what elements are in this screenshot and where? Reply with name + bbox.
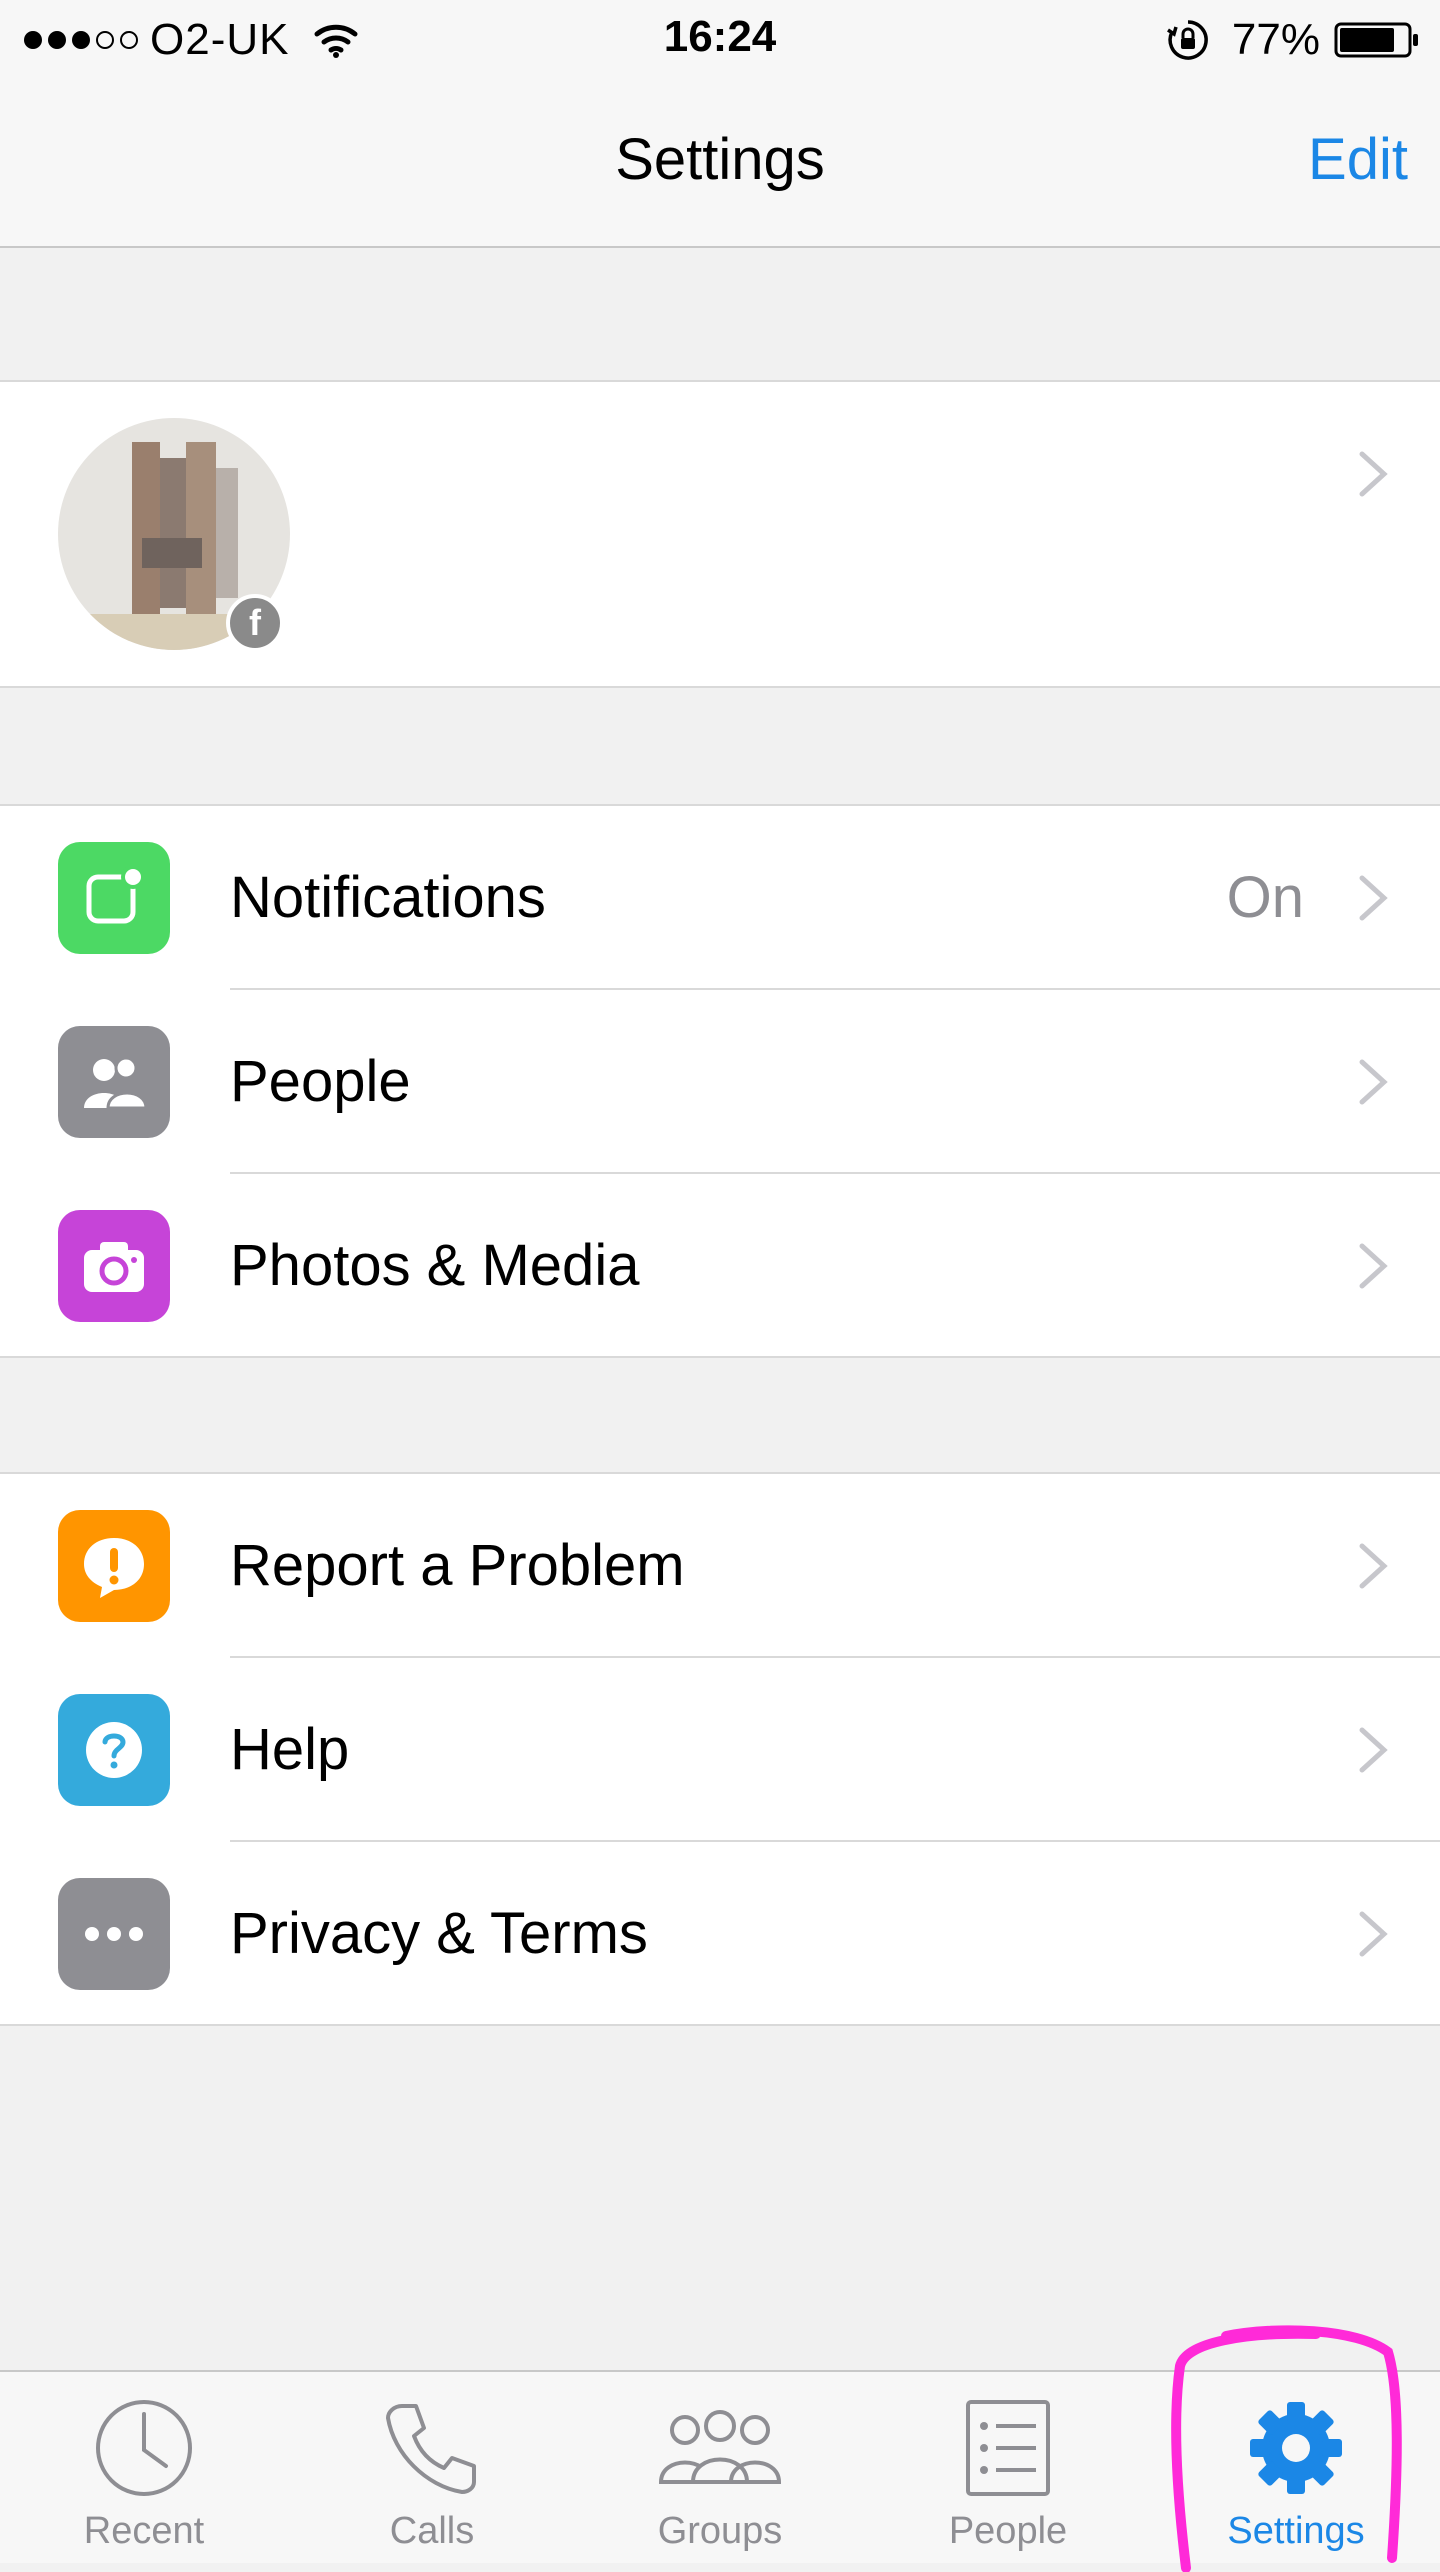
navigation-bar: Settings Edit: [0, 80, 1440, 248]
chevron-right-icon: [1359, 451, 1388, 497]
profile-row[interactable]: f: [0, 380, 1440, 688]
tab-groups[interactable]: Groups: [576, 2372, 864, 2563]
people-row[interactable]: People: [0, 990, 1440, 1174]
alert-icon: [58, 1510, 170, 1622]
settings-section-support: Report a Problem Help Privacy & Terms: [0, 1472, 1440, 2026]
tab-people[interactable]: People: [864, 2372, 1152, 2563]
chevron-right-icon: [1359, 1543, 1388, 1589]
edit-button[interactable]: Edit: [1308, 126, 1408, 193]
row-label: People: [230, 1049, 411, 1114]
settings-section-general: Notifications On People Photos & Media: [0, 804, 1440, 1358]
clock-icon: [96, 2400, 192, 2496]
chevron-right-icon: [1359, 1059, 1388, 1105]
chevron-right-icon: [1359, 1243, 1388, 1289]
groups-icon: [658, 2410, 782, 2484]
rotation-lock-icon: [1166, 20, 1208, 60]
page-title: Settings: [615, 127, 825, 192]
row-label: Privacy & Terms: [230, 1901, 648, 1966]
battery-percentage: 77%: [1231, 15, 1320, 64]
people-icon: [58, 1026, 170, 1138]
contacts-list-icon: [966, 2400, 1050, 2496]
more-icon: [58, 1878, 170, 1990]
chevron-right-icon: [1359, 1727, 1388, 1773]
tab-label: Groups: [657, 2510, 783, 2552]
notifications-icon: [58, 842, 170, 954]
facebook-badge-icon: f: [226, 594, 284, 652]
tab-label: Recent: [83, 2510, 205, 2552]
camera-icon: [58, 1210, 170, 1322]
tab-label: People: [948, 2510, 1068, 2552]
row-label: Help: [230, 1717, 350, 1782]
highlight-annotation: [1171, 2325, 1402, 2572]
status-bar: O2-UK 16:24 77%: [0, 0, 1440, 80]
tab-recent[interactable]: Recent: [0, 2372, 288, 2563]
tab-label: Calls: [389, 2510, 475, 2552]
chevron-right-icon: [1359, 875, 1388, 921]
chevron-right-icon: [1359, 1911, 1388, 1957]
notifications-row[interactable]: Notifications On: [0, 806, 1440, 990]
help-row[interactable]: Help: [0, 1658, 1440, 1842]
report-problem-row[interactable]: Report a Problem: [0, 1474, 1440, 1658]
battery-icon: [1334, 22, 1418, 58]
privacy-terms-row[interactable]: Privacy & Terms: [0, 1842, 1440, 2026]
row-label: Notifications: [230, 865, 546, 930]
tab-calls[interactable]: Calls: [288, 2372, 576, 2563]
notifications-status: On: [1226, 865, 1304, 930]
row-label: Report a Problem: [230, 1533, 685, 1598]
phone-icon: [386, 2404, 476, 2494]
help-icon: [58, 1694, 170, 1806]
photos-media-row[interactable]: Photos & Media: [0, 1174, 1440, 1358]
row-label: Photos & Media: [230, 1233, 640, 1298]
